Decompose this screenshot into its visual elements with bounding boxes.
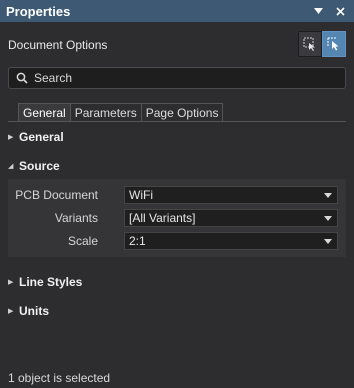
variants-row: Variants [All Variants] xyxy=(8,208,346,228)
pcb-document-value: WiFi xyxy=(129,188,153,202)
source-properties: PCB Document WiFi Variants [All Variants… xyxy=(8,179,346,257)
select-filter-button[interactable] xyxy=(298,31,322,57)
chevron-down-icon xyxy=(324,239,332,244)
pcb-document-label: PCB Document xyxy=(15,188,98,202)
scale-label: Scale xyxy=(67,234,98,248)
search-input[interactable]: Search xyxy=(8,67,346,89)
section-general-label: General xyxy=(19,130,64,144)
scale-select[interactable]: 2:1 xyxy=(124,232,338,250)
variants-select[interactable]: [All Variants] xyxy=(124,209,338,227)
search-icon xyxy=(16,72,28,84)
caret-right-icon: ▶ xyxy=(8,279,14,286)
caret-down-icon: ◢ xyxy=(8,163,14,170)
panel-title: Properties xyxy=(6,3,71,19)
pcb-document-select[interactable]: WiFi xyxy=(124,186,338,204)
status-text: 1 object is selected xyxy=(8,371,111,385)
tab-parameters[interactable]: Parameters xyxy=(69,103,142,122)
chevron-down-icon xyxy=(324,216,332,221)
document-options-label: Document Options xyxy=(8,38,108,52)
variants-value: [All Variants] xyxy=(129,211,196,225)
select-filter-icon xyxy=(303,37,315,51)
tab-general[interactable]: General xyxy=(18,103,71,122)
section-general[interactable]: ▶ General xyxy=(8,130,64,144)
variants-label: Variants xyxy=(54,211,98,225)
section-units-label: Units xyxy=(19,304,49,318)
close-icon[interactable] xyxy=(332,3,348,19)
section-source[interactable]: ◢ Source xyxy=(8,159,60,173)
section-line-styles-label: Line Styles xyxy=(19,275,83,289)
cursor-select-icon xyxy=(327,37,339,51)
section-units[interactable]: ▶ Units xyxy=(8,304,49,318)
chevron-down-icon xyxy=(324,193,332,198)
tab-page-options[interactable]: Page Options xyxy=(140,103,224,122)
scale-value: 2:1 xyxy=(129,234,146,248)
cursor-select-button[interactable] xyxy=(322,31,346,57)
pcb-document-row: PCB Document WiFi xyxy=(8,185,346,205)
filter-button-group xyxy=(298,31,346,57)
section-source-label: Source xyxy=(19,159,60,173)
tab-divider xyxy=(8,121,346,122)
caret-right-icon: ▶ xyxy=(8,134,14,141)
scale-row: Scale 2:1 xyxy=(8,231,346,251)
panel-title-bar: Properties xyxy=(0,0,354,22)
search-placeholder: Search xyxy=(34,71,73,85)
chevron-down-icon[interactable] xyxy=(310,3,326,19)
section-line-styles[interactable]: ▶ Line Styles xyxy=(8,275,82,289)
caret-right-icon: ▶ xyxy=(8,308,14,315)
tab-bar: General Parameters Page Options xyxy=(18,103,224,122)
